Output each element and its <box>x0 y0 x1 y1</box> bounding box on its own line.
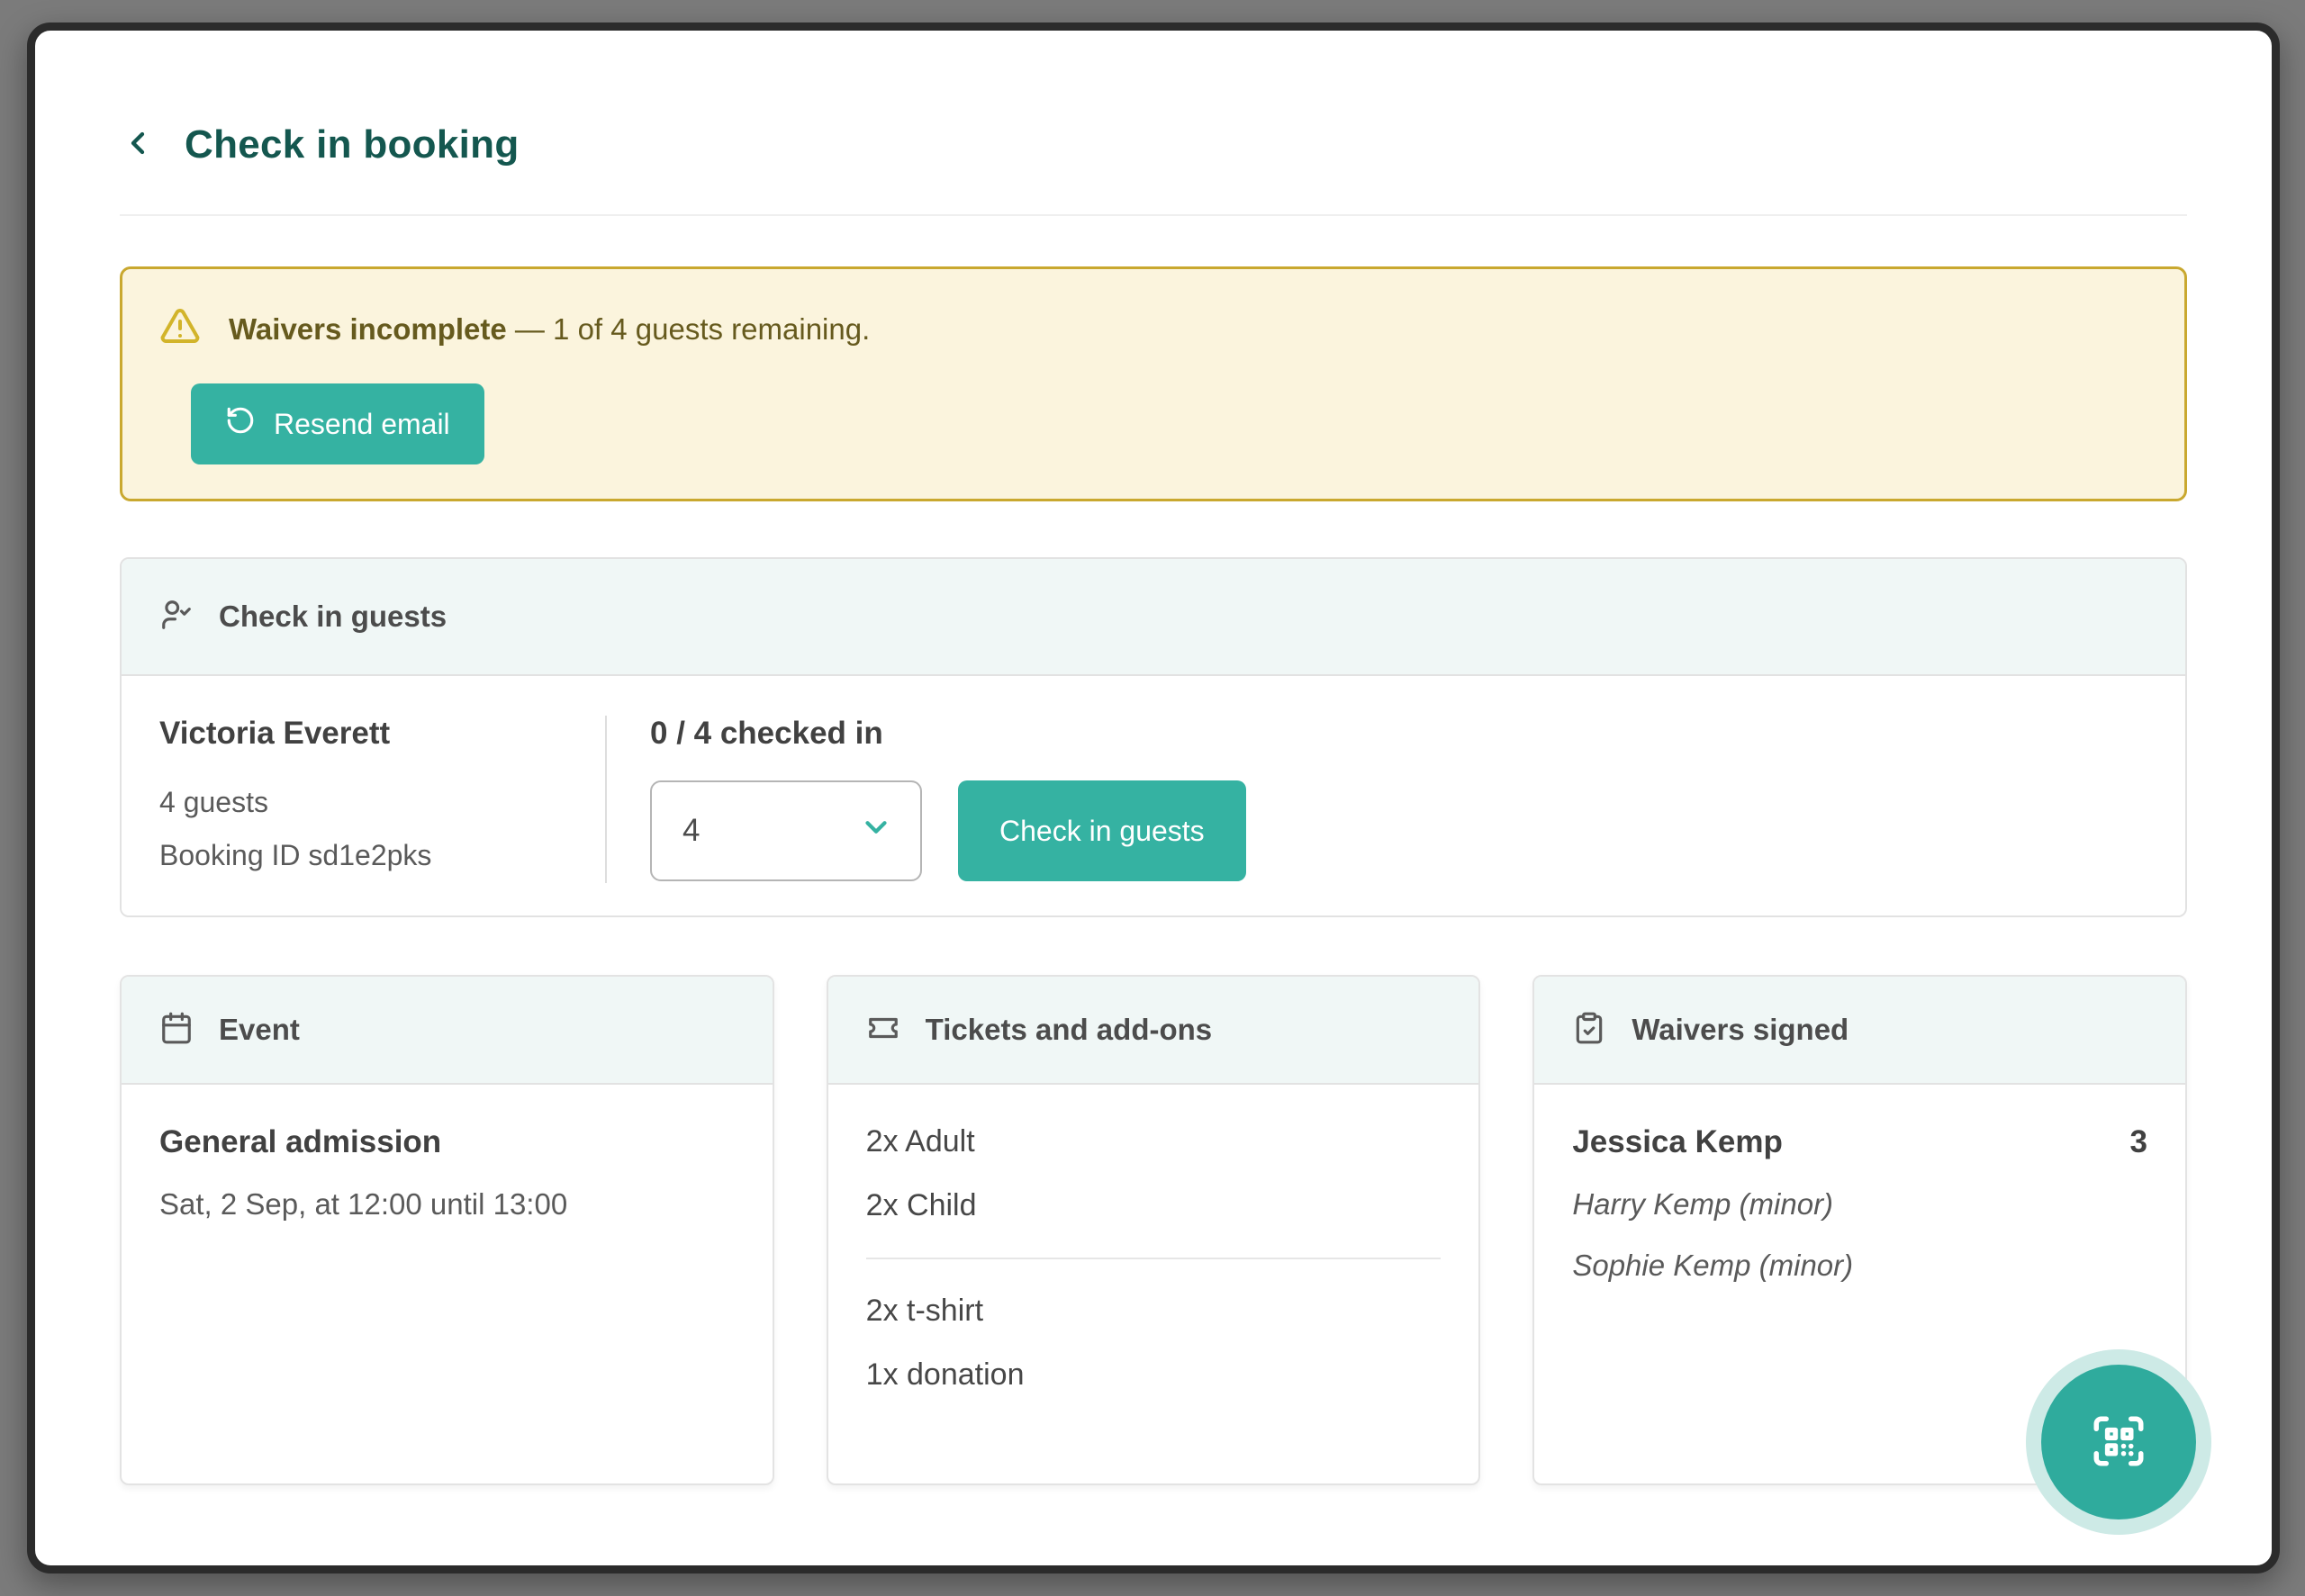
tickets-card-body: 2x Adult 2x Child 2x t-shirt 1x donation <box>828 1085 1479 1432</box>
warning-message-row: Waivers incomplete — 1 of 4 guests remai… <box>158 305 2148 353</box>
checkin-progress: 0 / 4 checked in <box>650 716 1246 752</box>
waiver-minor: Harry Kemp (minor) <box>1572 1187 2147 1222</box>
guest-name: Victoria Everett <box>159 716 605 752</box>
guest-quantity-value: 4 <box>682 813 700 849</box>
waivers-card-body: Jessica Kemp 3 Harry Kemp (minor) Sophie… <box>1534 1085 2185 1322</box>
qr-scan-icon <box>2089 1411 2148 1474</box>
back-button[interactable] <box>120 125 156 166</box>
checkin-controls: 4 Check in guests <box>650 780 1246 881</box>
scan-qr-button[interactable] <box>2041 1365 2196 1519</box>
checkin-panel-header: Check in guests <box>122 559 2185 676</box>
tickets-card-header: Tickets and add-ons <box>828 977 1479 1085</box>
tickets-card-title: Tickets and add-ons <box>926 1013 1212 1047</box>
event-name: General admission <box>159 1124 735 1160</box>
waiver-signer-row: Jessica Kemp 3 <box>1572 1124 2147 1160</box>
waiver-count: 3 <box>2130 1124 2147 1160</box>
waivers-warning-banner: Waivers incomplete — 1 of 4 guests remai… <box>120 266 2187 501</box>
checkin-panel-body: Victoria Everett 4 guests Booking ID sd1… <box>122 676 2185 915</box>
detail-cards: Event General admission Sat, 2 Sep, at 1… <box>120 975 2187 1485</box>
header-divider <box>120 214 2187 216</box>
chevron-down-icon <box>859 810 893 852</box>
page-title: Check in booking <box>185 122 520 167</box>
ticket-icon <box>866 1011 900 1050</box>
guest-count: 4 guests <box>159 786 605 819</box>
user-check-icon <box>159 598 194 636</box>
checkin-panel: Check in guests Victoria Everett 4 guest… <box>120 557 2187 917</box>
tickets-card: Tickets and add-ons 2x Adult 2x Child 2x… <box>827 975 1481 1485</box>
ticket-item: 2x Adult <box>866 1124 1442 1159</box>
page-content: Check in booking Waivers incomplete — 1 … <box>35 117 2272 1485</box>
page-header: Check in booking <box>120 117 2187 173</box>
alert-triangle-icon <box>158 305 202 353</box>
warning-title: Waivers incomplete <box>229 312 507 346</box>
checkin-panel-title: Check in guests <box>219 600 447 634</box>
guest-quantity-select[interactable]: 4 <box>650 780 922 881</box>
addon-item: 1x donation <box>866 1357 1442 1393</box>
booking-id: Booking ID sd1e2pks <box>159 839 605 872</box>
event-card-header: Event <box>122 977 773 1085</box>
clipboard-check-icon <box>1572 1011 1606 1050</box>
chevron-left-icon <box>120 125 156 166</box>
check-in-guests-button[interactable]: Check in guests <box>958 780 1246 881</box>
waiver-signer-name: Jessica Kemp <box>1572 1124 1782 1160</box>
app-window: Check in booking Waivers incomplete — 1 … <box>27 23 2280 1573</box>
waiver-minor: Sophie Kemp (minor) <box>1572 1249 2147 1283</box>
event-datetime: Sat, 2 Sep, at 12:00 until 13:00 <box>159 1187 735 1222</box>
event-card-title: Event <box>219 1013 300 1047</box>
event-card-body: General admission Sat, 2 Sep, at 12:00 u… <box>122 1085 773 1261</box>
tickets-divider <box>866 1258 1442 1259</box>
booking-summary: Victoria Everett 4 guests Booking ID sd1… <box>122 676 605 915</box>
waivers-card-title: Waivers signed <box>1632 1013 1849 1047</box>
waivers-card: Waivers signed Jessica Kemp 3 Harry Kemp… <box>1532 975 2187 1485</box>
resend-email-button[interactable]: Resend email <box>191 383 484 464</box>
ticket-item: 2x Child <box>866 1188 1442 1223</box>
checkin-actions: 0 / 4 checked in 4 Check in guests <box>607 676 1246 915</box>
resend-email-label: Resend email <box>274 408 450 441</box>
warning-text: Waivers incomplete — 1 of 4 guests remai… <box>229 312 870 347</box>
calendar-icon <box>159 1011 194 1050</box>
waivers-card-header: Waivers signed <box>1534 977 2185 1085</box>
event-card: Event General admission Sat, 2 Sep, at 1… <box>120 975 774 1485</box>
rotate-ccw-icon <box>225 405 256 443</box>
warning-message: — 1 of 4 guests remaining. <box>507 312 871 346</box>
addon-item: 2x t-shirt <box>866 1294 1442 1329</box>
